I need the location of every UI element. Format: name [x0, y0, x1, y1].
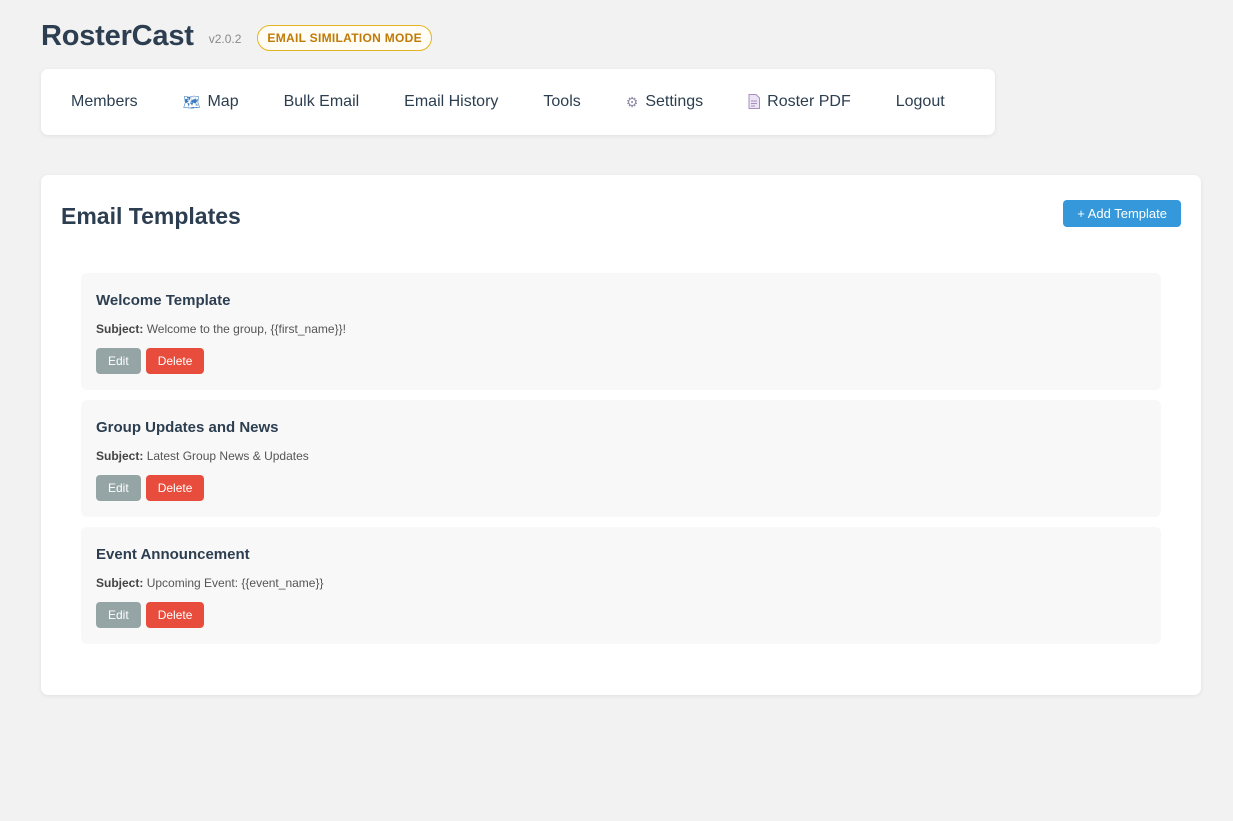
template-subject: Subject: Latest Group News & Updates: [96, 449, 1146, 463]
subject-value: Upcoming Event: {{event_name}}: [146, 576, 324, 590]
subject-value: Welcome to the group, {{first_name}}!: [146, 322, 346, 336]
edit-button[interactable]: Edit: [96, 348, 141, 374]
delete-button[interactable]: Delete: [145, 348, 205, 374]
template-name: Welcome Template: [96, 292, 231, 309]
email-templates-panel: Email Templates + Add Template Welcome T…: [41, 175, 1201, 695]
nav-item-roster-pdf[interactable]: Roster PDF: [748, 93, 851, 111]
delete-button[interactable]: Delete: [145, 475, 205, 501]
version-label: v2.0.2: [208, 31, 242, 46]
app-header: RosterCast v2.0.2 EMAIL SIMILATION MODE: [41, 20, 432, 53]
nav-item-label: Email History: [404, 93, 499, 110]
template-name: Group Updates and News: [96, 419, 279, 436]
template-actions: Edit Delete: [96, 475, 1146, 501]
nav-item-bulk-email[interactable]: Bulk Email: [284, 93, 360, 111]
page-title: Email Templates: [61, 203, 241, 229]
nav-item-map[interactable]: 🗺 Map: [183, 93, 239, 111]
app-title: RosterCast: [41, 20, 194, 52]
nav-item-logout[interactable]: Logout: [896, 93, 945, 111]
delete-button[interactable]: Delete: [145, 602, 205, 628]
template-actions: Edit Delete: [96, 348, 1146, 374]
mode-badge: EMAIL SIMILATION MODE: [257, 24, 432, 51]
nav-item-label: Settings: [645, 93, 704, 110]
template-subject: Subject: Welcome to the group, {{first_n…: [96, 322, 1146, 336]
add-template-button[interactable]: + Add Template: [1063, 200, 1181, 227]
nav-item-settings[interactable]: ⚙ Settings: [626, 93, 703, 111]
template-list: Welcome Template Subject: Welcome to the…: [81, 273, 1161, 654]
subject-label: Subject:: [96, 576, 144, 590]
nav-item-label: Map: [207, 93, 239, 110]
main-nav: Members 🗺 Map Bulk Email Email History T…: [41, 69, 995, 135]
nav-item-label: Bulk Email: [283, 93, 360, 110]
template-card: Event Announcement Subject: Upcoming Eve…: [81, 527, 1161, 644]
nav-item-label: Members: [71, 93, 138, 110]
edit-button[interactable]: Edit: [96, 475, 141, 501]
template-subject: Subject: Upcoming Event: {{event_name}}: [96, 576, 1146, 590]
subject-label: Subject:: [96, 322, 144, 336]
edit-button[interactable]: Edit: [96, 602, 141, 628]
nav-item-email-history[interactable]: Email History: [404, 93, 498, 111]
template-name: Event Announcement: [96, 546, 250, 563]
nav-item-tools[interactable]: Tools: [543, 93, 580, 111]
template-actions: Edit Delete: [96, 602, 1146, 628]
nav-item-label: Roster PDF: [767, 93, 851, 110]
template-card: Group Updates and News Subject: Latest G…: [81, 400, 1161, 517]
gear-icon: ⚙: [625, 94, 639, 110]
template-card: Welcome Template Subject: Welcome to the…: [81, 273, 1161, 390]
subject-label: Subject:: [96, 449, 144, 463]
document-icon: [748, 93, 761, 111]
nav-item-label: Tools: [543, 93, 581, 110]
nav-item-label: Logout: [895, 93, 945, 110]
map-icon: 🗺: [182, 94, 201, 110]
nav-item-members[interactable]: Members: [71, 93, 138, 111]
subject-value: Latest Group News & Updates: [146, 449, 309, 463]
